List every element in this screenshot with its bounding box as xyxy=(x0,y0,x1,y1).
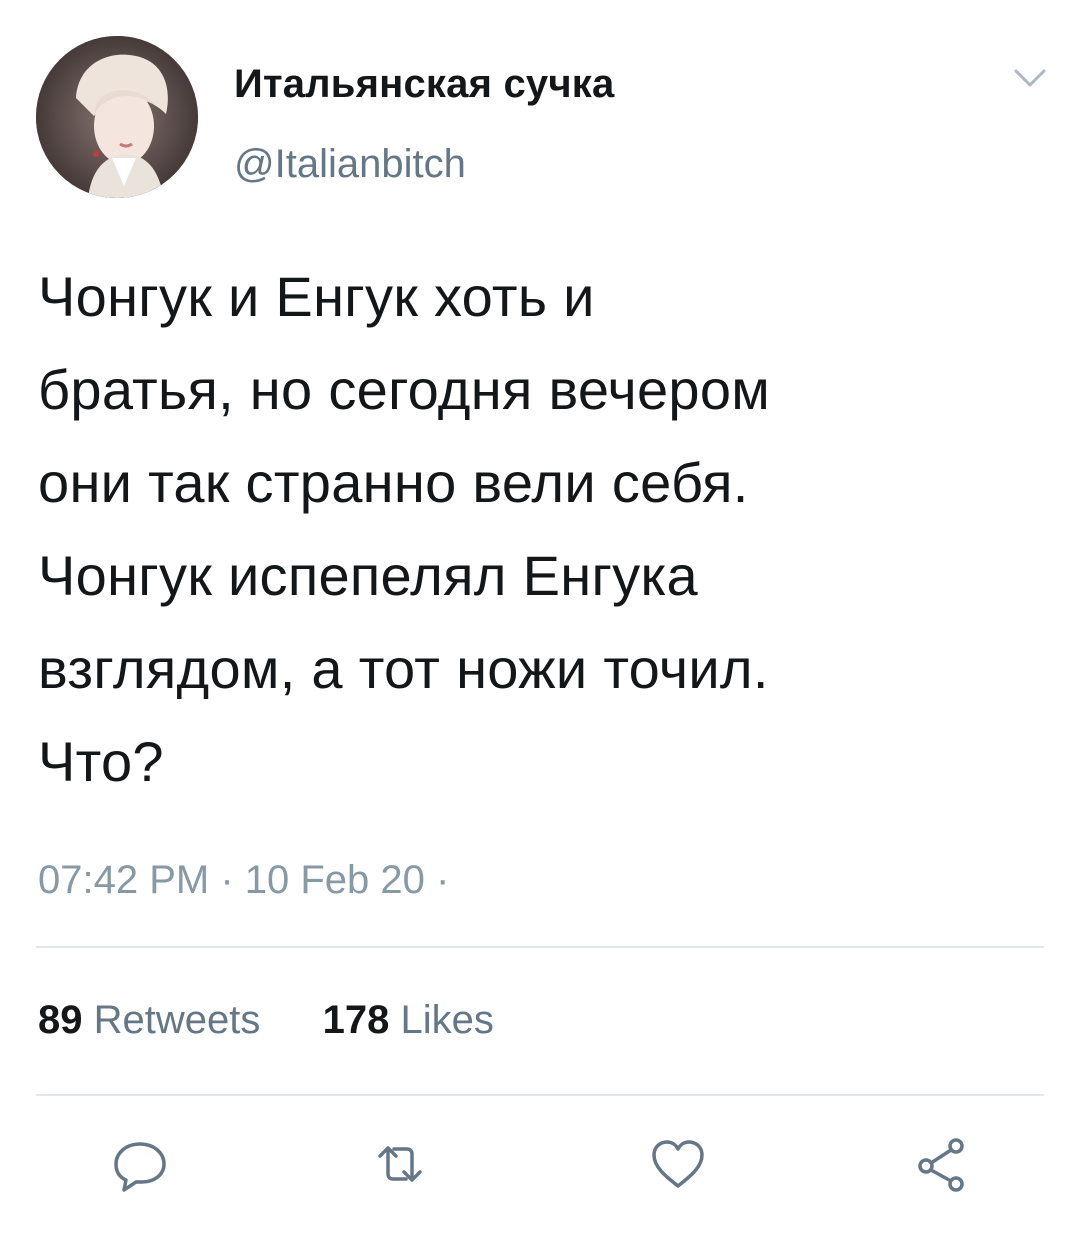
avatar-image xyxy=(36,36,198,198)
tweet-card: Итальянская сучка @Italianbitch Чонгук и… xyxy=(0,0,1080,1256)
divider xyxy=(36,946,1044,948)
reply-icon xyxy=(114,1142,166,1192)
like-button[interactable] xyxy=(648,1134,708,1194)
retweet-icon xyxy=(378,1146,422,1182)
chevron-down-icon[interactable] xyxy=(1012,66,1048,90)
tweet-timestamp[interactable]: 07:42 PM · 10 Feb 20 · xyxy=(38,858,449,903)
retweets-count: 89 xyxy=(38,998,83,1042)
retweet-button[interactable] xyxy=(370,1134,430,1194)
retweets-label: Retweets xyxy=(93,998,261,1042)
heart-icon xyxy=(652,1140,704,1188)
share-icon xyxy=(918,1138,964,1192)
likes-stat[interactable]: 178 Likes xyxy=(323,998,494,1042)
reply-button[interactable] xyxy=(110,1134,170,1194)
display-name[interactable]: Итальянская сучка xyxy=(234,62,614,107)
divider xyxy=(36,1094,1044,1096)
likes-label: Likes xyxy=(400,998,494,1042)
tweet-text: Чонгук и Енгук хоть и братья, но сегодня… xyxy=(38,265,771,793)
share-button[interactable] xyxy=(912,1134,972,1194)
tweet-stats: 89 Retweets 178 Likes xyxy=(38,998,494,1043)
user-handle[interactable]: @Italianbitch xyxy=(234,142,466,187)
likes-count: 178 xyxy=(322,998,390,1042)
retweets-stat[interactable]: 89 Retweets xyxy=(38,998,272,1042)
avatar[interactable] xyxy=(36,36,198,198)
